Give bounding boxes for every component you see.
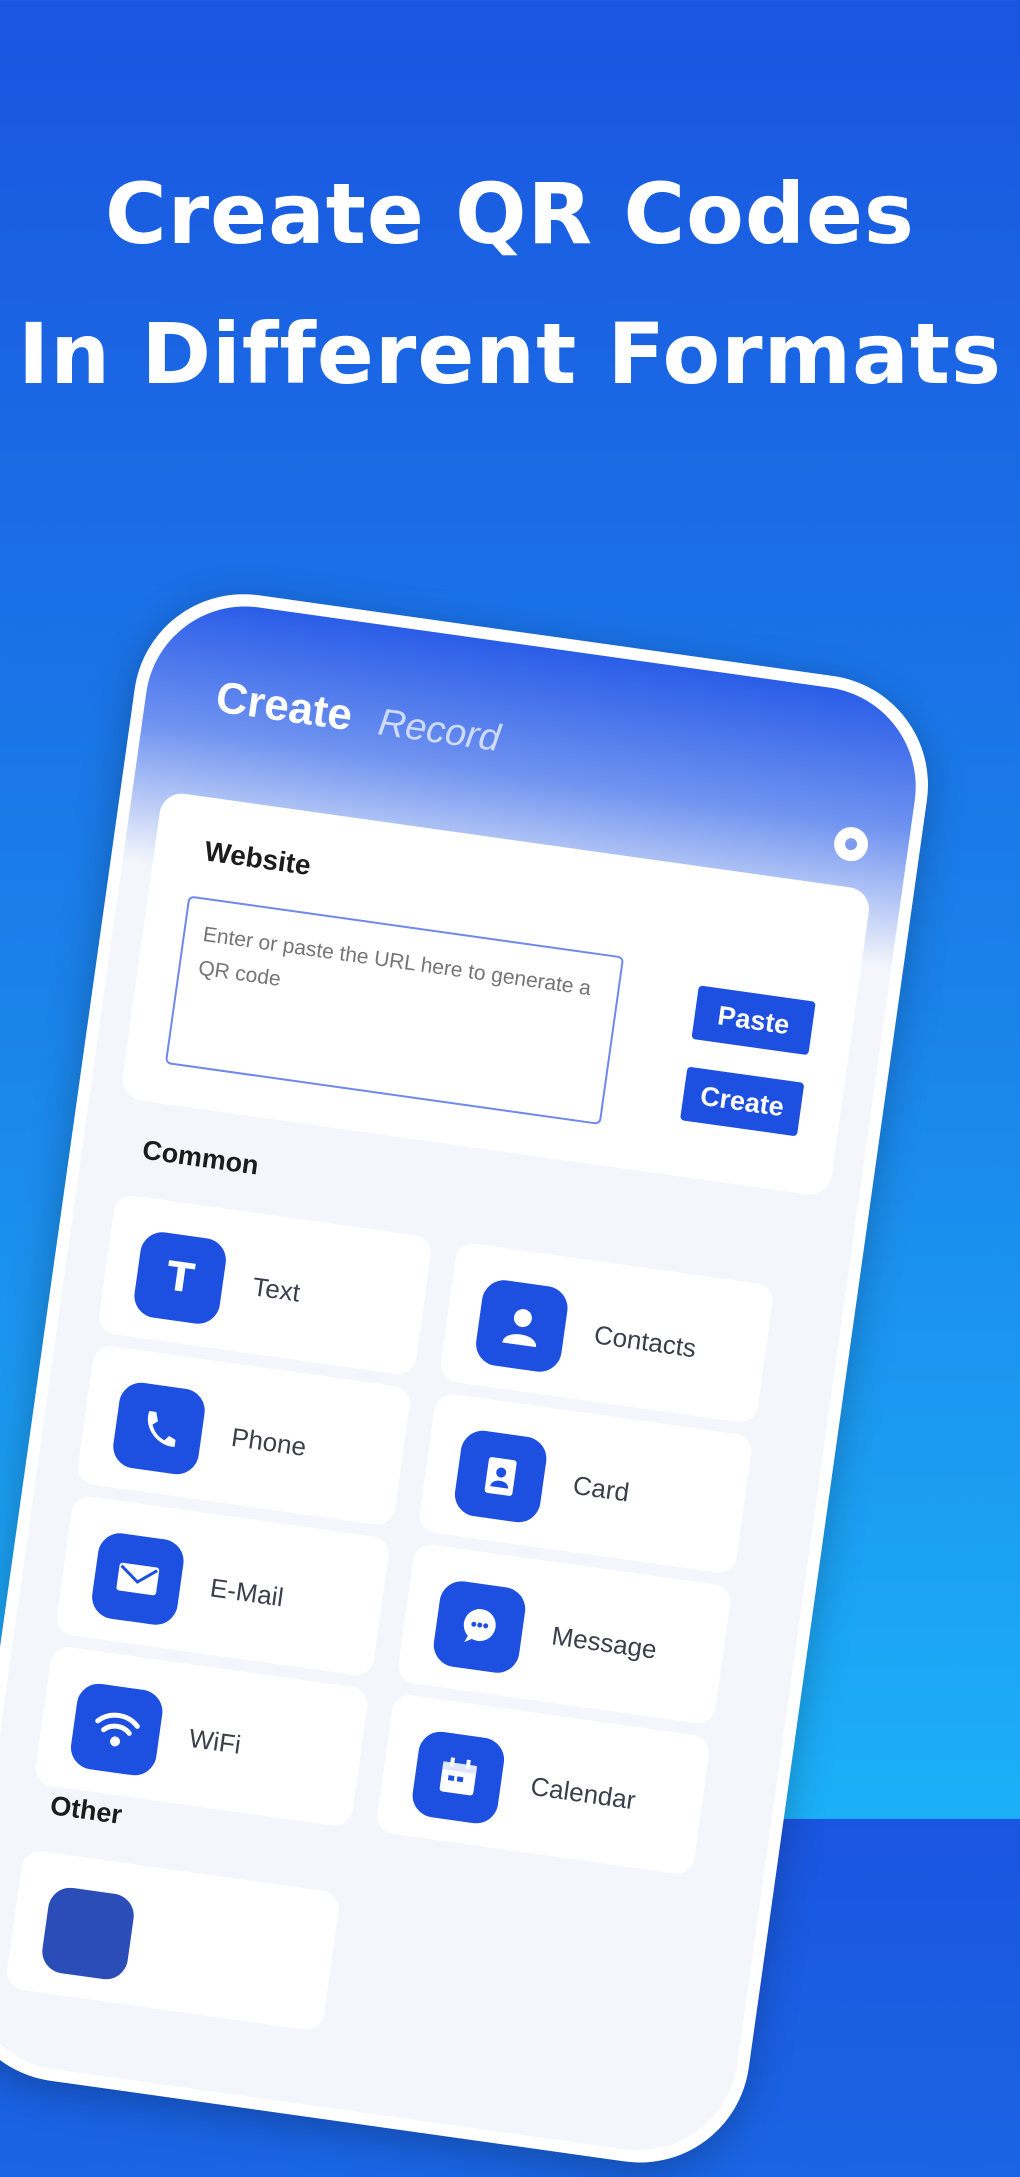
tile-label: Calendar bbox=[528, 1770, 638, 1816]
tab-record[interactable]: Record bbox=[376, 701, 503, 760]
tile-card[interactable]: Card bbox=[417, 1391, 754, 1575]
tile-label: Contacts bbox=[592, 1319, 699, 1364]
mail-icon bbox=[89, 1530, 187, 1628]
tile-label: Text bbox=[250, 1271, 303, 1308]
calendar-icon bbox=[409, 1729, 507, 1827]
tile-calendar[interactable]: Calendar bbox=[375, 1692, 712, 1877]
app-screen: Create Record Website Paste Create Commo… bbox=[0, 593, 929, 2164]
tile-phone[interactable]: Phone bbox=[75, 1343, 413, 1527]
tile-message[interactable]: Message bbox=[396, 1542, 733, 1726]
tile-other[interactable] bbox=[4, 1848, 342, 2033]
other-item-icon bbox=[39, 1884, 137, 1983]
message-icon bbox=[430, 1578, 529, 1676]
tile-label: Card bbox=[571, 1469, 632, 1508]
card-icon bbox=[452, 1427, 550, 1526]
section-common-label: Common bbox=[140, 1134, 261, 1181]
tile-label: WiFi bbox=[187, 1722, 243, 1760]
url-input[interactable] bbox=[164, 895, 625, 1126]
contacts-icon bbox=[473, 1277, 571, 1375]
headline-line-2: In Different Formats bbox=[18, 305, 1002, 403]
tile-label: Phone bbox=[229, 1421, 309, 1463]
tab-create[interactable]: Create bbox=[213, 673, 355, 741]
wifi-icon bbox=[68, 1680, 166, 1779]
create-button[interactable]: Create bbox=[680, 1066, 805, 1137]
headline-line-1: Create QR Codes bbox=[105, 165, 915, 263]
section-other-label: Other bbox=[48, 1790, 124, 1830]
settings-icon[interactable] bbox=[831, 824, 871, 864]
phone-icon bbox=[110, 1379, 208, 1478]
website-card: Website Paste Create bbox=[119, 790, 872, 1198]
tile-email[interactable]: E-Mail bbox=[54, 1494, 391, 1678]
phone-mockup: Create Record Website Paste Create Commo… bbox=[0, 580, 943, 2177]
tab-bar: Create Record bbox=[213, 673, 504, 762]
paste-button[interactable]: Paste bbox=[691, 985, 816, 1056]
tile-label: E-Mail bbox=[208, 1572, 286, 1613]
tile-contacts[interactable]: Contacts bbox=[438, 1241, 775, 1425]
tile-label: Message bbox=[549, 1620, 659, 1665]
tile-text[interactable]: T Text bbox=[96, 1193, 434, 1377]
website-title: Website bbox=[202, 835, 313, 881]
text-icon: T bbox=[131, 1229, 229, 1327]
